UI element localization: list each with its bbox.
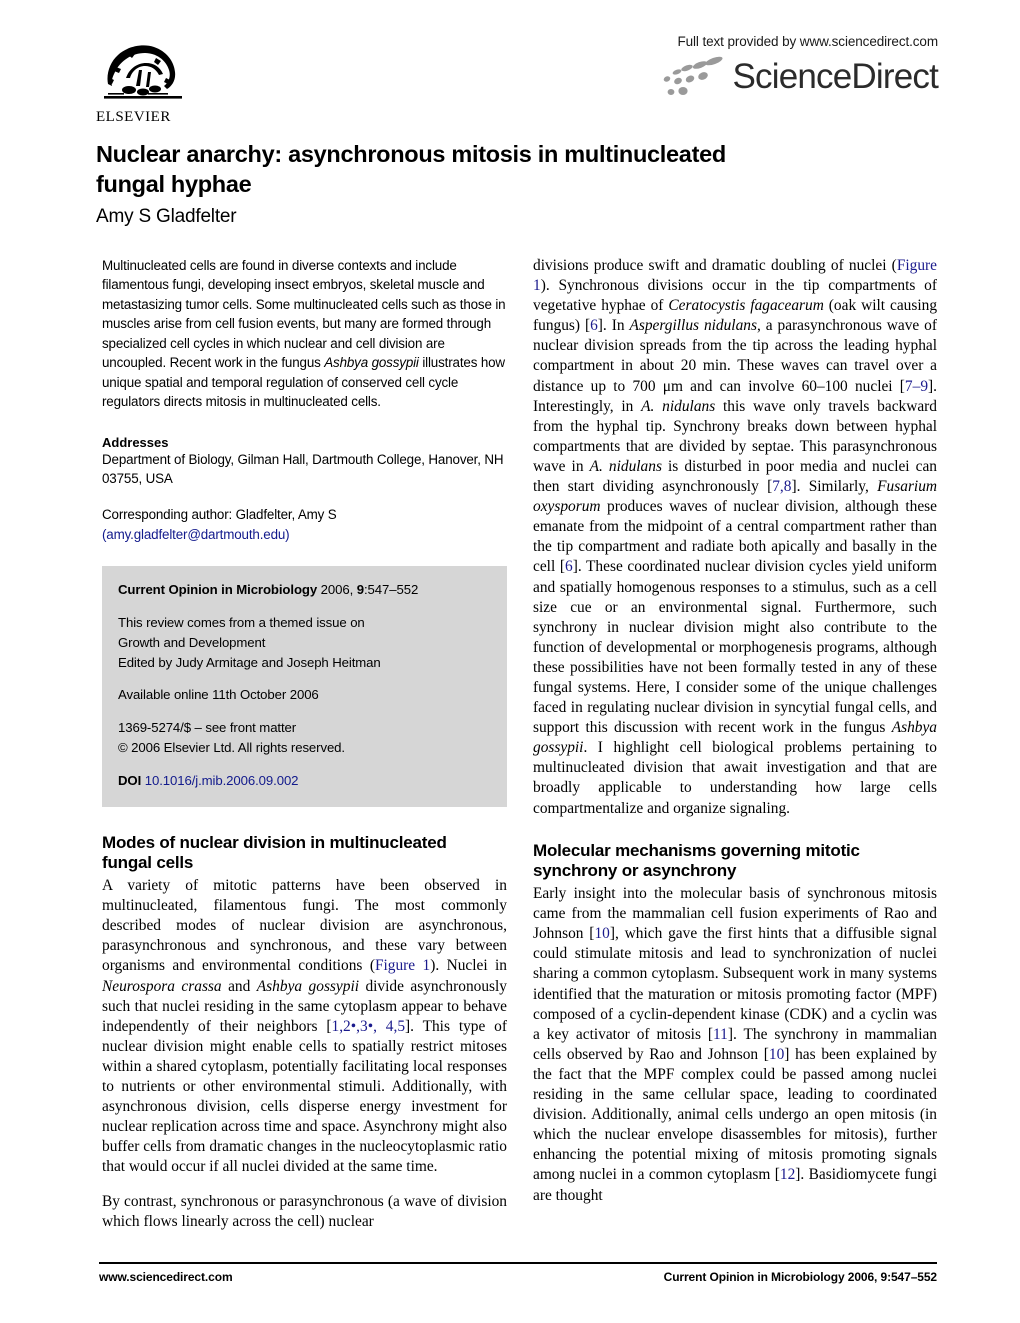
citation-ref-11[interactable]: 11: [713, 1026, 728, 1043]
doi-label: DOI: [118, 772, 142, 788]
themed-issue-line-2: Growth and Development: [118, 634, 266, 650]
journal-pages: :547–552: [363, 582, 419, 598]
citation-ref-3[interactable]: , 4,5: [373, 1018, 405, 1035]
full-text-notice: Full text provided by www.sciencedirect.…: [677, 34, 938, 49]
lp1-b: ). Nuclei in: [430, 957, 507, 975]
journal-volume: 9: [356, 582, 364, 598]
available-online-date: Available online 11th October 2006: [118, 687, 319, 703]
left-paragraph-1: A variety of mitotic patterns have been …: [102, 876, 507, 1177]
article-title-line-2: fungal hyphae: [96, 170, 252, 197]
footer-website[interactable]: www.sciencedirect.com: [99, 1270, 233, 1284]
rp1-l: . I highlight cell biological problems p…: [533, 739, 937, 817]
copyright-line: © 2006 Elsevier Ltd. All rights reserved…: [118, 740, 345, 756]
abstract: Multinucleated cells are found in divers…: [102, 256, 507, 412]
copyright-group: 1369-5274/$ – see front matter © 2006 El…: [118, 718, 491, 758]
sciencedirect-logo: ScienceDirect: [656, 52, 939, 100]
page-header: ELSEVIER Full text provided by www.scien…: [96, 34, 939, 134]
doi-line: DOI 10.1016/j.mib.2006.09.002: [118, 771, 491, 791]
rp1-d: ]. In: [597, 317, 630, 335]
rp1-species-2: Aspergillus nidulans: [629, 317, 757, 335]
figure-1-reference[interactable]: Figure 1: [375, 957, 430, 974]
citation-ref-1[interactable]: 1,2: [332, 1018, 351, 1035]
addresses-heading: Addresses: [102, 434, 169, 450]
abstract-species-italic: Ashbya gossypii: [324, 355, 419, 371]
available-online-group: Available online 11th October 2006: [118, 685, 491, 705]
themed-issue-group: This review comes from a themed issue on…: [118, 613, 491, 672]
addresses-text: Department of Biology, Gilman Hall, Dart…: [102, 451, 504, 486]
right-paragraph-1: divisions produce swift and dramatic dou…: [533, 256, 937, 819]
footer-journal-name: Current Opinion in Microbiology: [663, 1270, 845, 1284]
lp1-species-2: Ashbya gossypii: [256, 977, 359, 995]
journal-year: 2006,: [317, 582, 357, 598]
elsevier-tree-icon: [96, 34, 190, 108]
rp1-species-4: A. nidulans: [589, 457, 662, 475]
citation-ref-7-8[interactable]: 7,8: [772, 478, 791, 495]
section-heading-molecular: Molecular mechanisms governing mitotic s…: [533, 841, 937, 882]
section-heading-modes-line-1: Modes of nuclear division in multinuclea…: [102, 832, 447, 852]
title-block: Nuclear anarchy: asynchronous mitosis in…: [96, 140, 938, 228]
article-page: ELSEVIER Full text provided by www.scien…: [0, 0, 1020, 1323]
rp2-d: ] has been explained by the fact that th…: [533, 1045, 937, 1184]
doi-group: DOI 10.1016/j.mib.2006.09.002: [118, 771, 491, 791]
abstract-text-1: Multinucleated cells are found in divers…: [102, 258, 506, 371]
rp1-a: divisions produce swift and dramatic dou…: [533, 257, 897, 274]
citation-ref-10a[interactable]: 10: [594, 925, 609, 942]
rp1-species-3: A. nidulans: [641, 397, 716, 415]
lp1-e: ]. This type of nuclear division might e…: [102, 1017, 507, 1176]
front-matter-issn: 1369-5274/$ – see front matter: [118, 720, 297, 736]
footer-divider: [99, 1262, 937, 1264]
themed-issue-editors: Edited by Judy Armitage and Joseph Heitm…: [118, 654, 381, 670]
right-column: divisions produce swift and dramatic dou…: [533, 256, 937, 1206]
elsevier-logo: ELSEVIER: [96, 34, 192, 134]
section-heading-molecular-line-1: Molecular mechanisms governing mitotic: [533, 840, 860, 860]
left-column: Multinucleated cells are found in divers…: [102, 256, 507, 1232]
themed-issue-line-1: This review comes from a themed issue on: [118, 615, 365, 631]
rp1-species-1: Ceratocystis fagacearum: [668, 297, 824, 315]
section-heading-modes-line-2: fungal cells: [102, 853, 194, 873]
article-author: Amy S Gladfelter: [96, 205, 237, 227]
elsevier-wordmark: ELSEVIER: [96, 109, 171, 125]
journal-citation-group: Current Opinion in Microbiology 2006, 9:…: [118, 580, 491, 600]
section-heading-molecular-line-2: synchrony or asynchrony: [533, 861, 737, 881]
footer-volume-pages: 2006, 9:547–552: [844, 1270, 937, 1284]
left-paragraph-2: By contrast, synchronous or parasynchron…: [102, 1192, 507, 1230]
page-footer: www.sciencedirect.com Current Opinion in…: [99, 1270, 937, 1284]
article-title-line-1: Nuclear anarchy: asynchronous mitosis in…: [96, 141, 726, 167]
footer-citation: Current Opinion in Microbiology 2006, 9:…: [664, 1270, 937, 1284]
journal-citation: Current Opinion in Microbiology 2006, 9:…: [118, 580, 491, 600]
sciencedirect-wordmark: ScienceDirect: [732, 56, 938, 96]
sciencedirect-swoosh-icon: [664, 56, 724, 95]
citation-ref-6b[interactable]: 6: [565, 558, 573, 575]
corresponding-author-line: Corresponding author: Gladfelter, Amy S: [102, 507, 337, 523]
doi-link[interactable]: 10.1016/j.mib.2006.09.002: [145, 773, 299, 788]
citation-ref-12[interactable]: 12: [780, 1166, 795, 1183]
page-title: Nuclear anarchy: asynchronous mitosis in…: [96, 140, 938, 200]
sciencedirect-block: Full text provided by www.sciencedirect.…: [656, 34, 939, 100]
rp1-i: ]. Similarly,: [791, 478, 878, 496]
citation-ref-2[interactable]: ,3: [356, 1018, 368, 1035]
citation-ref-10b[interactable]: 10: [769, 1046, 784, 1063]
journal-name: Current Opinion in Microbiology: [118, 582, 318, 598]
citation-ref-6a[interactable]: 6: [590, 317, 598, 334]
corresponding-author-email[interactable]: (amy.gladfelter@dartmouth.edu): [102, 525, 507, 544]
right-paragraph-2: Early insight into the molecular basis o…: [533, 884, 937, 1206]
rp1-k: ]. These coordinated nuclear division cy…: [533, 558, 937, 737]
lp1-c: and: [221, 977, 257, 995]
section-heading-modes: Modes of nuclear division in multinuclea…: [102, 833, 507, 874]
journal-info-box: Current Opinion in Microbiology 2006, 9:…: [102, 566, 507, 807]
lp1-species-1: Neurospora crassa: [102, 977, 222, 995]
citation-ref-7-9[interactable]: 7–9: [905, 378, 928, 395]
